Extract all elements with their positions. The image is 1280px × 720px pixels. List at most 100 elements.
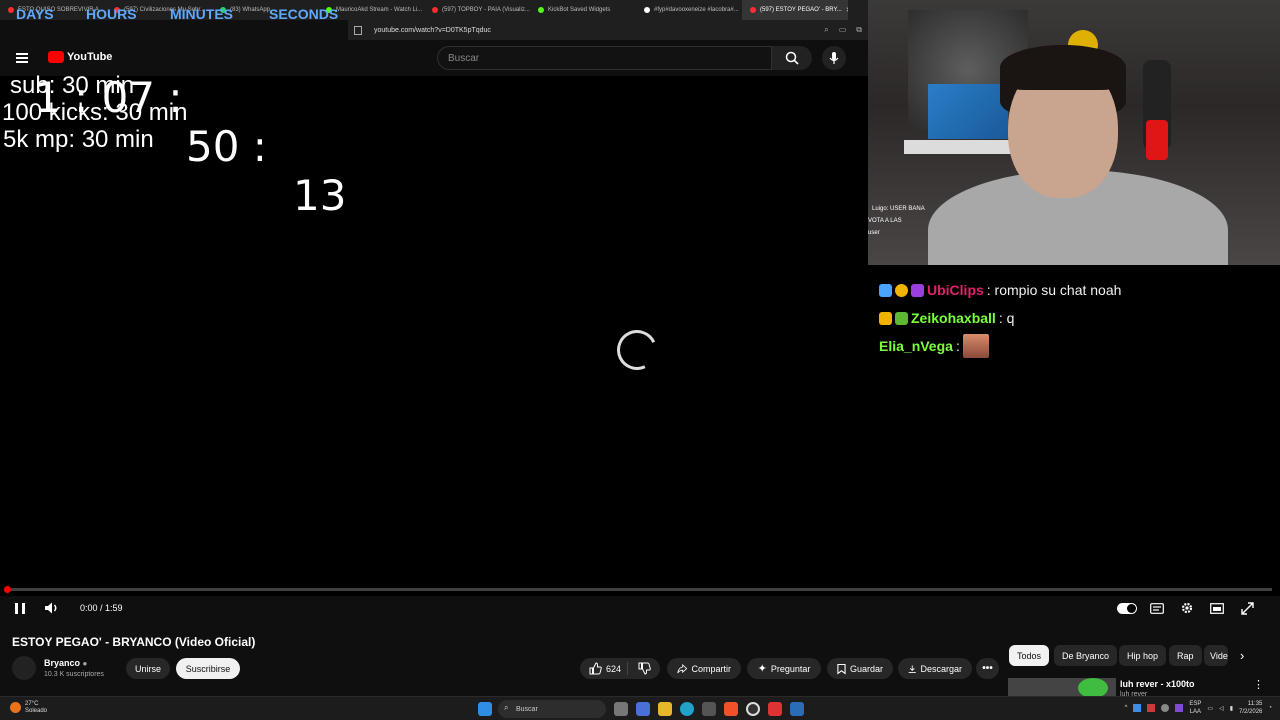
- browser-tab-active[interactable]: (597) ESTOY PEGAO' - BRY... ✕: [742, 0, 848, 20]
- tray-app-icon[interactable]: [1147, 704, 1156, 712]
- chip-rap[interactable]: Rap: [1169, 645, 1202, 666]
- recommendation-thumbnail[interactable]: [1008, 678, 1116, 698]
- screen: ESTO QUISO SOBREVIVIR A... (597) Civiliz…: [0, 0, 1280, 720]
- player-controls: 0:00 / 1:59: [0, 596, 1280, 620]
- close-tab-icon[interactable]: ✕: [846, 6, 848, 14]
- voice-search-button[interactable]: [822, 46, 846, 70]
- webcam-shelf: [904, 140, 1024, 154]
- download-label: Descargar: [920, 663, 962, 674]
- widgets-icon[interactable]: [636, 702, 650, 716]
- notifications-icon[interactable]: ◔: [1268, 705, 1272, 711]
- calculator-icon[interactable]: [702, 702, 716, 716]
- countdown-minutes-value: 50 :: [186, 122, 267, 171]
- more-actions-button[interactable]: •••: [976, 658, 999, 679]
- stream-countdown-overlay: DAYS HOURS MINUTES SECONDS 1 : 07 : 50 :…: [0, 0, 350, 220]
- chip-de-bryanco[interactable]: De Bryanco: [1054, 645, 1118, 666]
- webcam-microphone-light: [1146, 120, 1168, 160]
- share-label: Compartir: [691, 663, 731, 674]
- download-icon: [908, 664, 916, 673]
- chat-username: Zeikohaxball: [911, 310, 996, 326]
- loading-spinner: [611, 324, 663, 376]
- search-input[interactable]: Buscar: [437, 46, 772, 70]
- save-button[interactable]: Guardar: [827, 658, 893, 679]
- mini-chat-line: VOTA A LAS: [868, 218, 902, 224]
- search-button[interactable]: [772, 46, 812, 70]
- chat-username: Elia_nVega: [879, 338, 953, 354]
- fullscreen-button[interactable]: [1240, 600, 1254, 616]
- clock-time: 11:35: [1247, 701, 1263, 707]
- like-button[interactable]: 624: [589, 662, 629, 675]
- chip-todos[interactable]: Todos: [1009, 645, 1050, 666]
- tray-app-icon[interactable]: [1133, 704, 1142, 712]
- chip-hip-hop[interactable]: Hip hop: [1119, 645, 1167, 666]
- recommendation-title[interactable]: luh rever - x100to: [1120, 679, 1195, 689]
- channel-name[interactable]: Bryanco ●: [44, 658, 87, 668]
- language-indicator[interactable]: ESP LAA: [1189, 700, 1201, 716]
- browser-tab[interactable]: #fyp#davooxeneize #lacobra#...: [636, 0, 742, 20]
- tray-app-icon[interactable]: [1175, 704, 1184, 712]
- weather-sun-icon: [10, 702, 21, 713]
- steam-icon[interactable]: [790, 702, 804, 716]
- obs-icon[interactable]: [746, 702, 760, 716]
- chip-videos[interactable]: Vide: [1204, 645, 1228, 666]
- tab-favicon-icon: [538, 7, 544, 13]
- tray-chevron-icon[interactable]: ^: [1125, 705, 1128, 711]
- battery-icon[interactable]: ▮: [1230, 705, 1233, 712]
- speaker-icon[interactable]: ◁: [1219, 705, 1224, 712]
- video-progress-bar[interactable]: [8, 588, 1272, 591]
- windows-taskbar: 27°C Soleado ⌕ Buscar ^ ESP LAA ▭ ◁ ▮ 11…: [0, 696, 1280, 720]
- browser-tab[interactable]: (597) TOPBOY - PAIA (Visualiz...: [424, 0, 530, 20]
- miniplayer-button[interactable]: [1210, 600, 1224, 616]
- share-button[interactable]: Compartir: [667, 658, 741, 679]
- weather-widget[interactable]: 27°C Soleado: [10, 701, 47, 715]
- taskbar-search[interactable]: ⌕ Buscar: [498, 700, 606, 718]
- more-icon: •••: [982, 663, 993, 674]
- brave-icon[interactable]: [724, 702, 738, 716]
- recommendation-menu-icon[interactable]: ⋮: [1253, 678, 1264, 691]
- settings-button[interactable]: [1180, 600, 1194, 616]
- cast-icon[interactable]: ▭: [839, 25, 847, 35]
- edge-icon[interactable]: [680, 702, 694, 716]
- autoplay-toggle[interactable]: [1117, 600, 1137, 616]
- subtitles-icon: [1150, 602, 1164, 614]
- countdown-seconds-label: SECONDS: [269, 6, 339, 22]
- subtitles-button[interactable]: [1150, 600, 1164, 616]
- channel-avatar[interactable]: [12, 656, 36, 680]
- gift-badge-icon: [895, 311, 908, 325]
- channel-name-text: Bryanco: [44, 658, 81, 668]
- pause-button[interactable]: [14, 600, 26, 616]
- url-field[interactable]: youtube.com/watch?v=D0TK5pTqduc: [374, 27, 491, 34]
- zoom-icon[interactable]: ⌕: [824, 25, 828, 35]
- weather-temp: 27°C: [25, 701, 39, 707]
- video-title: ESTOY PEGAO' - BRYANCO (Video Oficial): [12, 635, 256, 649]
- taskbar-search-label: Buscar: [516, 705, 538, 713]
- ask-button[interactable]: ✦ Preguntar: [747, 658, 821, 679]
- save-label: Guardar: [849, 663, 883, 674]
- progress-scrubber[interactable]: [4, 586, 11, 593]
- fullscreen-icon: [1240, 601, 1254, 615]
- task-view-icon[interactable]: [614, 702, 628, 716]
- subscriber-count: 10.3 K suscriptores: [44, 671, 104, 678]
- windows-start-icon[interactable]: [478, 702, 492, 716]
- subscribe-button[interactable]: Suscribirse: [176, 658, 240, 679]
- network-icon[interactable]: ▭: [1207, 705, 1213, 712]
- thumbs-down-icon: [638, 662, 651, 675]
- chevron-right-icon[interactable]: ›: [1240, 648, 1244, 663]
- bookmark-icon[interactable]: [354, 25, 362, 35]
- volume-button[interactable]: [44, 600, 60, 616]
- app-icon[interactable]: [768, 702, 782, 716]
- clock[interactable]: 11:35 7/2/2026: [1239, 700, 1262, 716]
- browser-tab[interactable]: KickBot Saved Widgets: [530, 0, 636, 20]
- tab-favicon-icon: [750, 7, 756, 13]
- join-button[interactable]: Unirse: [126, 658, 170, 679]
- sub-badge-icon: [895, 283, 908, 297]
- crown-badge-icon: [911, 283, 924, 297]
- file-explorer-icon[interactable]: [658, 702, 672, 716]
- sparkle-icon: ✦: [757, 663, 767, 675]
- extensions-icon[interactable]: ⧉: [856, 25, 862, 35]
- tray-app-icon[interactable]: [1161, 704, 1170, 712]
- webcam-hair-front: [1000, 45, 1126, 90]
- dislike-button[interactable]: [632, 662, 651, 675]
- mini-chat-line: user: [868, 230, 880, 236]
- download-button[interactable]: Descargar: [898, 658, 972, 679]
